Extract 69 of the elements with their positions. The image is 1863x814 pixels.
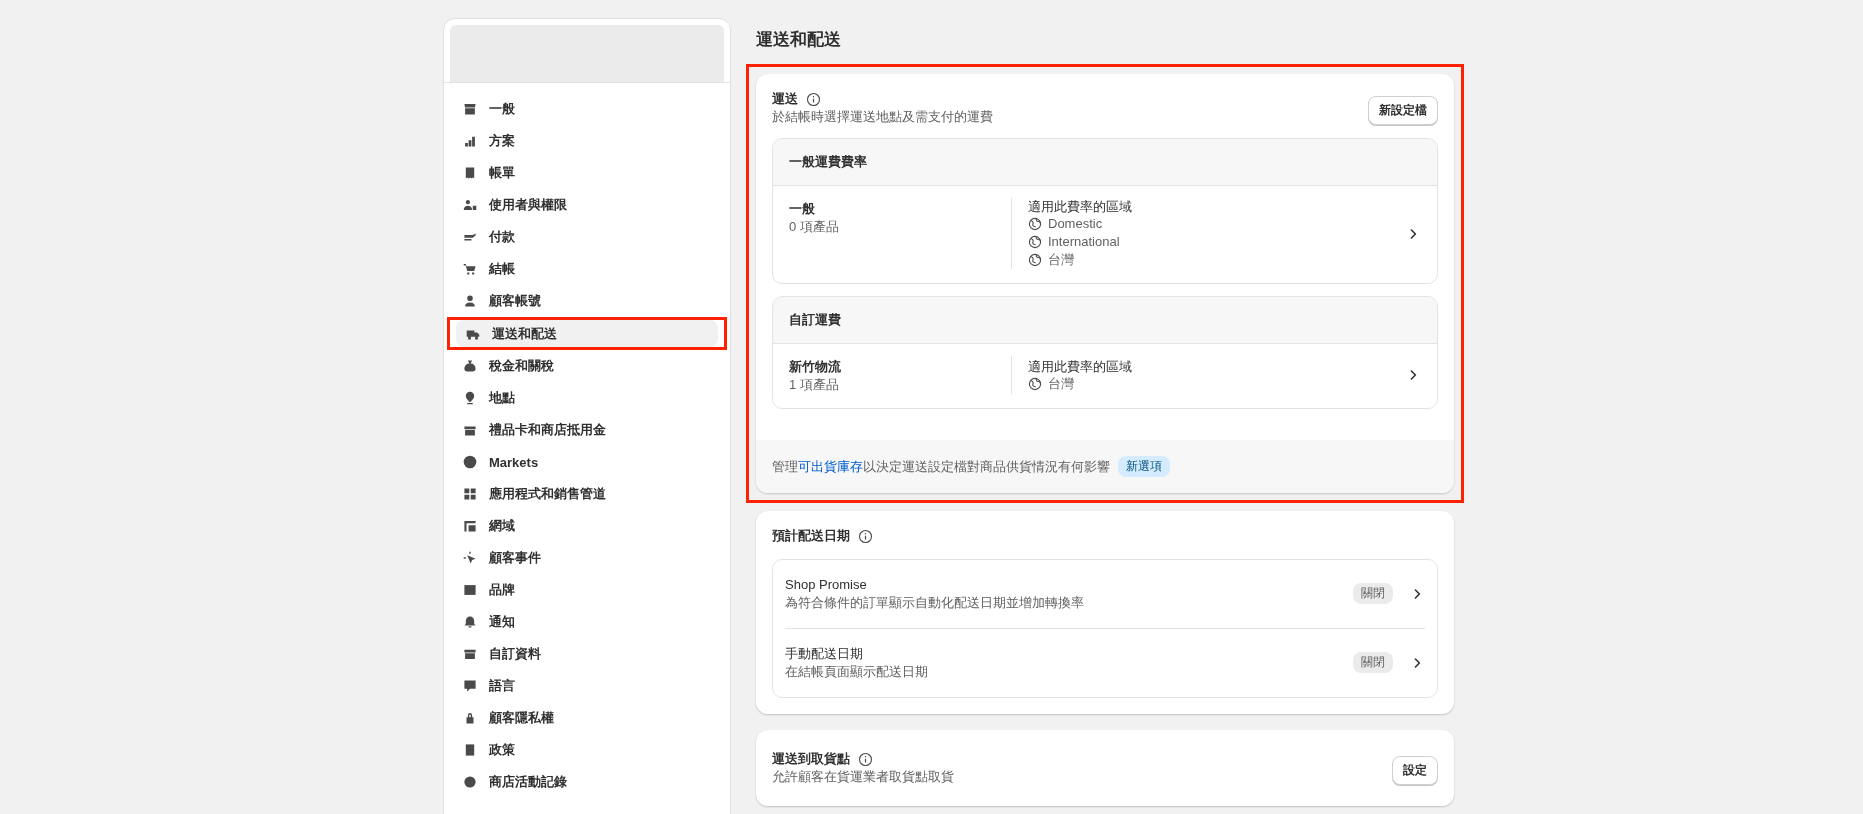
sidebar-item[interactable]: 付款 [447, 221, 727, 253]
sidebar-item[interactable]: 政策 [447, 734, 727, 766]
card-subtitle: 允許顧客在貨運業者取貨點取貨 [772, 768, 954, 786]
money-bag-icon [463, 359, 477, 373]
profile-name: 新竹物流 [789, 358, 842, 376]
sidebar-item[interactable]: 稅金和關稅 [447, 350, 727, 382]
box-icon [463, 647, 477, 661]
zone-name: Domestic [1048, 215, 1103, 233]
document-icon [463, 743, 477, 757]
option-description: 為符合條件的訂單顯示自動化配送日期並增加轉換率 [785, 594, 1085, 612]
pin-icon [463, 391, 477, 405]
new-badge: 新選項 [1118, 456, 1170, 477]
info-icon[interactable] [806, 91, 821, 107]
option-title: 手動配送日期 [785, 645, 864, 663]
sidebar-item[interactable]: 地點 [447, 382, 727, 414]
product-count: 0 項產品 [789, 218, 840, 236]
sidebar-item[interactable]: 語言 [447, 670, 727, 702]
zone-name: International [1048, 233, 1120, 251]
apps-icon [463, 487, 477, 501]
card-subtitle: 於結帳時選擇運送地點及需支付的運費 [772, 108, 993, 126]
sidebar-item[interactable]: 帳單 [447, 157, 727, 189]
sidebar-item[interactable]: 使用者與權限 [447, 189, 727, 221]
sidebar-item[interactable]: 商店活動記錄 [447, 766, 727, 798]
info-icon[interactable] [858, 751, 873, 767]
group-heading: 自訂運費 [773, 297, 1437, 344]
sidebar-item[interactable]: 顧客隱私權 [447, 702, 727, 734]
group-heading: 一般運費費率 [773, 139, 1437, 186]
sidebar-item[interactable]: 應用程式和銷售管道 [447, 478, 727, 510]
bar-chart-icon [463, 134, 477, 148]
cursor-icon [463, 551, 477, 565]
new-profile-button[interactable]: 新設定檔 [1368, 96, 1438, 125]
zone-name: 台灣 [1048, 251, 1074, 269]
sidebar-item[interactable]: 方案 [447, 125, 727, 157]
profile-name: 一般 [789, 200, 816, 218]
status-badge: 關閉 [1353, 583, 1393, 604]
status-badge: 關閉 [1353, 652, 1393, 673]
users-icon [463, 198, 477, 212]
sidebar-item[interactable]: 通知 [447, 606, 727, 638]
sidebar-item[interactable]: 一般 [447, 93, 727, 125]
page-title: 運送和配送 [756, 29, 842, 51]
person-icon [463, 294, 477, 308]
setup-button[interactable]: 設定 [1392, 756, 1438, 785]
sidebar-item[interactable]: Markets [447, 446, 727, 478]
product-count: 1 項產品 [789, 376, 840, 394]
sidebar-item[interactable]: 網域 [447, 510, 727, 542]
sidebar-item[interactable]: 品牌 [447, 574, 727, 606]
zones-label: 適用此費率的區域 [1028, 357, 1133, 375]
option-description: 在結帳頁面顯示配送日期 [785, 663, 929, 681]
card-title: 運送到取貨點 [772, 750, 850, 768]
card-title: 運送 [772, 90, 798, 108]
sidebar-item[interactable]: 自訂資料 [447, 638, 727, 670]
sidebar-item[interactable]: 結帳 [447, 253, 727, 285]
option-title: Shop Promise [785, 576, 868, 594]
card-title: 預計配送日期 [772, 527, 850, 545]
sidebar-item[interactable]: 顧客帳號 [447, 285, 727, 317]
zones-label: 適用此費率的區域 [1028, 198, 1133, 215]
inventory-link[interactable]: 可出貨庫存 [798, 458, 863, 474]
zone-name: 台灣 [1048, 374, 1074, 393]
speech-bubble-icon [463, 679, 477, 693]
receipt-icon [463, 166, 477, 180]
window-icon [463, 519, 477, 533]
sidebar-item[interactable]: 運送和配送 [456, 320, 718, 347]
cart-icon [463, 262, 477, 276]
sidebar-item[interactable]: 顧客事件 [447, 542, 727, 574]
info-icon[interactable] [858, 528, 873, 544]
footer-text: 管理可出貨庫存以決定運送設定檔對商品供貨情況有何影響 [772, 457, 1110, 476]
store-icon [463, 102, 477, 116]
sidebar-item[interactable]: 禮品卡和商店抵用金 [447, 414, 727, 446]
bell-icon [463, 615, 477, 629]
